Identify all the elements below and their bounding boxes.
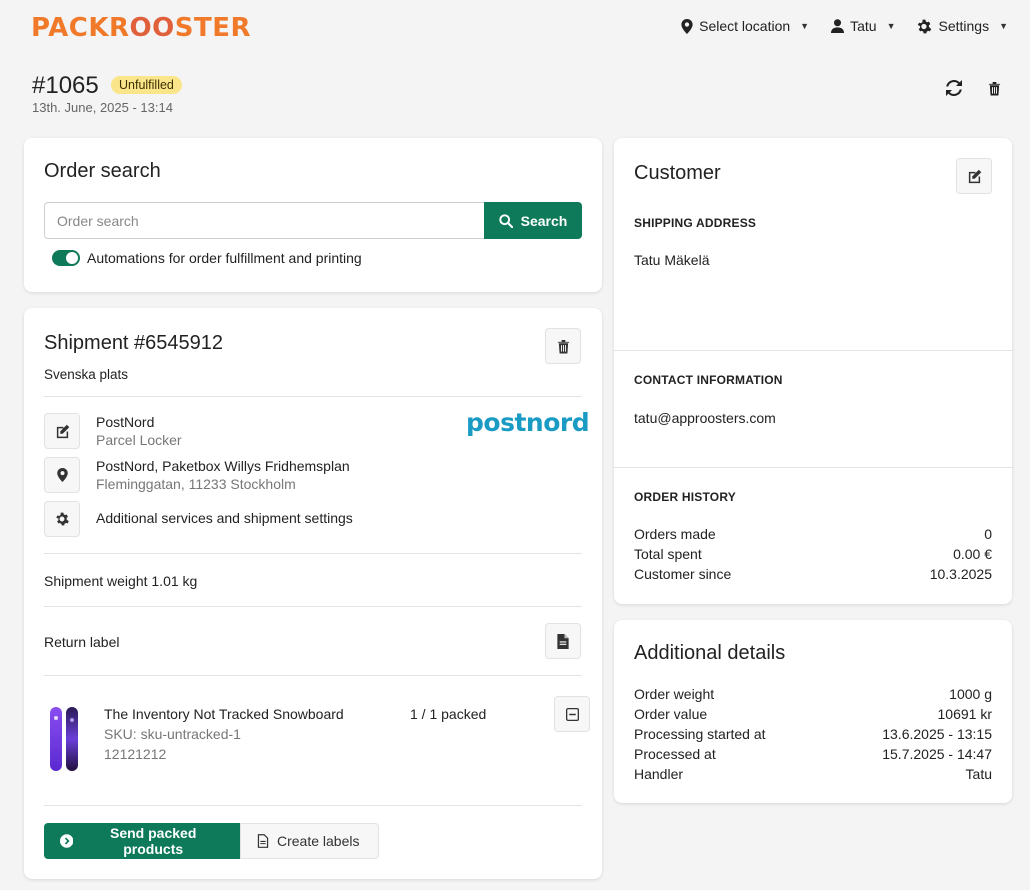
create-labels-button[interactable]: Create labels [240,823,379,859]
refresh-icon [946,80,962,96]
user-label: Tatu [850,18,877,34]
additional-details-card: Additional details Order weight 1000 g Or… [614,620,1012,803]
document-icon [557,633,569,649]
chevron-down-icon: ▼ [886,21,896,31]
shipment-settings-button[interactable] [44,501,80,537]
settings-label: Settings [938,18,990,34]
order-number: #1065 [32,72,99,99]
snowboard-image [50,707,78,771]
search-input[interactable] [44,202,485,239]
order-history-list: Orders made 0 Total spent 0.00 € Customer … [634,524,992,584]
postnord-logo: postnord [466,408,590,437]
delete-shipment-button[interactable] [545,328,581,364]
pickup-address: Fleminggatan, 11233 Stockholm [96,476,296,492]
file-icon [257,834,269,848]
carrier-name: PostNord [96,414,155,430]
top-nav: Select location ▼ Tatu ▼ Settings ▼ [681,18,1008,34]
shipping-address-label: SHIPPING ADDRESS [634,216,757,230]
refresh-button[interactable] [943,77,965,99]
shipment-card: Shipment #6545912 Svenska plats PostNord… [24,308,602,879]
details-row: Processing started at 13.6.2025 - 13:15 [634,726,992,742]
trash-icon [988,81,1000,95]
trash-icon [557,339,569,353]
divider [44,675,582,676]
additional-details-title: Additional details [634,642,786,664]
edit-icon [56,424,69,438]
order-history-label: ORDER HISTORY [634,490,736,504]
product-name: The Inventory Not Tracked Snowboard [104,706,344,722]
search-icon [498,213,513,228]
customer-email: tatu@approosters.com [634,410,776,426]
product-thumbnail [48,706,80,772]
return-label-button[interactable] [545,623,581,659]
gear-icon [918,19,932,33]
send-packed-products-label: Send packed products [110,825,197,857]
contact-info-label: CONTACT INFORMATION [634,373,783,387]
status-badge: Unfulfilled [111,76,182,94]
packed-count: 1 / 1 packed [410,706,487,722]
return-label-text: Return label [44,634,120,650]
minus-square-icon [565,707,579,721]
automation-toggle[interactable] [52,250,80,266]
shipment-title: Shipment #6545912 [44,332,224,354]
product-barcode: 12121212 [104,746,167,762]
search-button-label: Search [520,212,568,229]
customer-card: Customer SHIPPING ADDRESS Tatu Mäkelä CO… [614,138,1012,604]
details-row: Order weight 1000 g [634,686,992,702]
arrow-circle-right-icon [60,834,74,848]
edit-icon [968,169,981,183]
order-search-card: Order search Search Automations for orde… [24,138,602,292]
divider [44,606,582,607]
create-labels-label: Create labels [277,833,360,849]
divider [44,805,582,806]
gear-icon [56,512,69,526]
location-label: Select location [699,18,791,34]
order-search-title: Order search [44,160,161,182]
history-row: Orders made 0 [634,526,992,542]
details-row: Order value 10691 kr [634,706,992,722]
user-menu[interactable]: Tatu ▼ [831,18,895,34]
product-sku: SKU: sku-untracked-1 [104,726,241,742]
customer-name: Tatu Mäkelä [634,252,710,268]
edit-customer-button[interactable] [956,158,992,194]
shipment-weight: Shipment weight 1.01 kg [44,573,198,589]
map-pin-icon [56,468,68,482]
pickup-name: PostNord, Paketbox Willys Fridhemsplan [96,458,350,474]
history-row: Total spent 0.00 € [634,546,992,562]
location-selector[interactable]: Select location ▼ [681,18,809,34]
customer-title: Customer [634,162,721,184]
chevron-down-icon: ▼ [999,21,1008,31]
divider [614,467,1012,468]
divider [614,350,1012,351]
user-icon [831,19,845,33]
map-pin-icon [681,18,693,34]
additional-services-link[interactable]: Additional services and shipment setting… [96,510,353,526]
send-packed-products-button[interactable]: Send packed products [44,823,241,859]
shipment-subtitle: Svenska plats [44,367,129,382]
edit-carrier-button[interactable] [44,413,80,449]
automation-label: Automations for order fulfillment and pr… [87,250,362,266]
brand-logo[interactable]: PACKROOSTER [31,13,251,43]
search-button[interactable]: Search [484,202,582,239]
chevron-down-icon: ▼ [800,21,810,31]
details-row: Processed at 15.7.2025 - 14:47 [634,746,992,762]
unpack-button[interactable] [554,696,590,732]
settings-menu[interactable]: Settings ▼ [917,18,1008,34]
order-date: 13th. June, 2025 - 13:14 [32,100,173,115]
details-list: Order weight 1000 g Order value 10691 kr P… [634,684,992,784]
details-row: Handler Tatu [634,766,992,782]
history-row: Customer since 10.3.2025 [634,566,992,582]
divider [44,553,582,554]
delete-order-button[interactable] [983,77,1005,99]
divider [44,396,582,397]
carrier-service: Parcel Locker [96,432,182,448]
pickup-point-button[interactable] [44,457,80,493]
